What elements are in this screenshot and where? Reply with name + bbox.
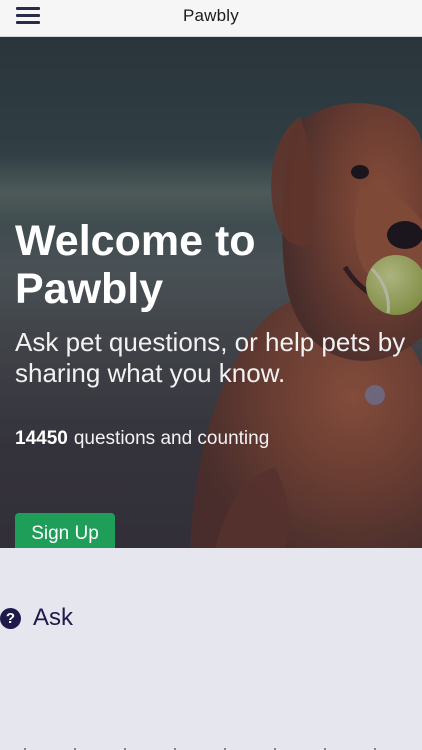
app-title: Pawbly — [182, 6, 239, 25]
hero-banner: Welcome to Pawbly Ask pet questions, or … — [0, 37, 422, 548]
top-navbar: Pawbly — [0, 0, 422, 37]
signup-button[interactable]: Sign Up — [15, 513, 115, 548]
question-circle-icon: ? — [0, 607, 21, 629]
ask-link[interactable]: ? Ask — [0, 604, 73, 632]
app-screen: Pawbly Welcome to Pawbly Ask pet questio… — [0, 0, 422, 750]
hero-subtitle: Ask pet questions, or help pets by shari… — [15, 327, 406, 388]
question-count: 14450 — [15, 428, 68, 449]
hero-title: Welcome to Pawbly — [15, 217, 256, 313]
question-counter: 14450 questions and counting — [15, 428, 269, 450]
ask-label: Ask — [33, 604, 74, 631]
question-count-suffix: questions and counting — [73, 428, 270, 449]
ask-section: ? Ask — [0, 548, 422, 750]
